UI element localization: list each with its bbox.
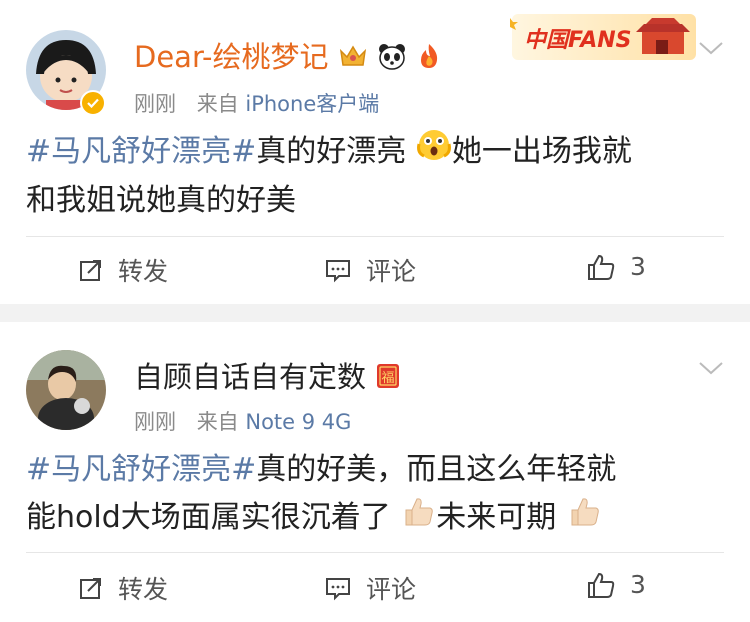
comment-button[interactable]: 评论 [324, 252, 416, 288]
post-content: #马凡舒好漂亮#真的好美，而且这么年轻就 能hold大场面属实很沉着了 未来可期 [26, 446, 726, 543]
username[interactable]: 自顾自话自有定数 [134, 360, 366, 394]
hashtag-link[interactable]: #马凡舒好漂亮# [26, 134, 256, 169]
post-text-line1: 真的好漂亮 [256, 134, 407, 169]
like-count: 3 [630, 570, 646, 599]
crown-icon [338, 42, 368, 76]
avatar[interactable] [26, 350, 106, 430]
svg-text:福: 福 [382, 371, 395, 386]
comment-icon [326, 260, 350, 283]
divider [26, 552, 724, 553]
thumbs-up-emoji [400, 494, 436, 543]
repost-button[interactable]: 转发 [78, 252, 168, 288]
post-text-line2: 能hold大场面属实很沉着了 [26, 500, 391, 535]
hashtag-link[interactable]: #马凡舒好漂亮# [26, 452, 256, 487]
post-time: 刚刚 [134, 410, 176, 434]
username-row: Dear-绘桃梦记 [134, 34, 442, 77]
like-icon [588, 572, 615, 598]
flame-icon [416, 42, 442, 77]
panda-icon [377, 42, 407, 77]
post-card: 自顾自话自有定数 福 刚刚 来自 Note 9 4G #马凡舒好漂亮#真的好美，… [0, 322, 750, 622]
like-count: 3 [630, 252, 646, 281]
source-device[interactable]: Note 9 4G [245, 410, 351, 434]
verified-badge-icon [80, 90, 106, 116]
divider [26, 236, 724, 237]
post-text-line1: 真的好美，而且这么年轻就 [256, 452, 617, 487]
post-text-line1-after: 她一出场我就 [451, 134, 632, 169]
comment-button[interactable]: 评论 [324, 570, 416, 606]
post-content: #马凡舒好漂亮#真的好漂亮 她一出场我就 和我姐说她真的好美 [26, 128, 726, 225]
thumbs-up-emoji [566, 494, 602, 543]
repost-label: 转发 [118, 257, 169, 286]
post-meta: 刚刚 来自 iPhone客户端 [134, 88, 379, 118]
post-card: Dear-绘桃梦记 刚刚 来自 iPhone客户端 中国FANS #马凡舒好漂亮… [0, 0, 750, 304]
fu-icon: 福 [375, 362, 401, 397]
chevron-down-icon[interactable] [696, 38, 726, 58]
china-fans-badge: 中国FANS [506, 8, 702, 66]
source-prefix: 来自 [196, 410, 239, 434]
post-time: 刚刚 [134, 92, 176, 116]
comment-icon [326, 578, 350, 601]
comment-label: 评论 [366, 575, 417, 604]
like-icon [588, 254, 615, 280]
chevron-down-icon[interactable] [696, 358, 726, 378]
china-fans-text: 中国FANS [524, 28, 632, 53]
post-text-line2: 和我姐说她真的好美 [26, 183, 296, 218]
username[interactable]: Dear-绘桃梦记 [134, 40, 328, 74]
like-button[interactable]: 3 [586, 252, 646, 281]
repost-icon [80, 578, 101, 599]
repost-icon [80, 260, 101, 281]
shocked-emoji [416, 128, 452, 177]
source-prefix: 来自 [196, 92, 239, 116]
post-meta: 刚刚 来自 Note 9 4G [134, 406, 351, 436]
source-device[interactable]: iPhone客户端 [245, 92, 379, 116]
repost-label: 转发 [118, 575, 169, 604]
repost-button[interactable]: 转发 [78, 570, 168, 606]
like-button[interactable]: 3 [586, 570, 646, 599]
username-row: 自顾自话自有定数 福 [134, 354, 401, 397]
comment-label: 评论 [366, 257, 417, 286]
post-text-line2-after: 未来可期 [436, 500, 557, 535]
